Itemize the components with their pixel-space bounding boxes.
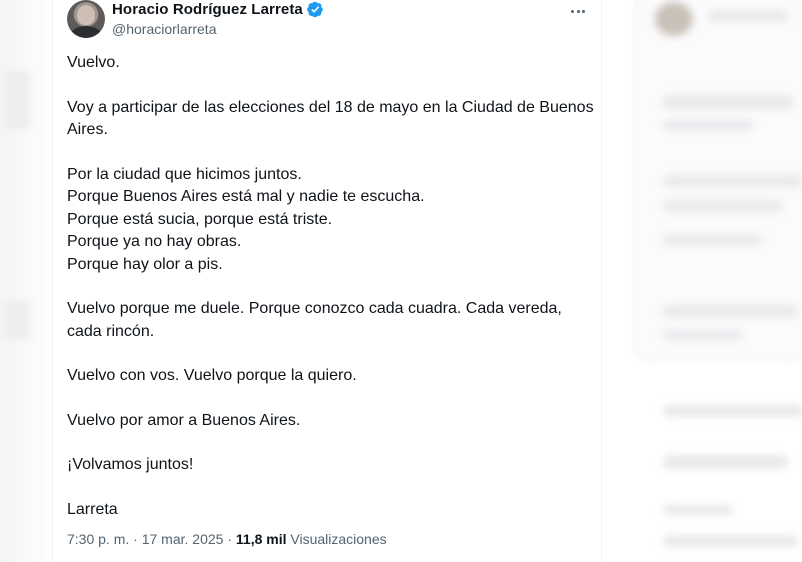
tweet-text: Vuelvo. Voy a participar de las eleccione… bbox=[67, 52, 597, 543]
meta-separator: · bbox=[223, 531, 236, 547]
tweet-metadata: 7:30 p. m. · 17 mar. 2025 · 11,8 mil Vis… bbox=[67, 531, 387, 547]
views-count: 11,8 mil bbox=[235, 531, 287, 547]
screenshot: Horacio Rodríguez Larreta @horaciorlarre… bbox=[0, 0, 802, 562]
tweet-line: Aires. bbox=[67, 121, 108, 138]
tweet-paragraph: Vuelvo por amor a Buenos Aires. bbox=[67, 410, 597, 433]
tweet-line: Vuelvo. bbox=[67, 54, 120, 71]
meta-separator: · bbox=[129, 531, 142, 547]
tweet-paragraph: Vuelvo con vos. Vuelvo porque la quiero. bbox=[67, 365, 597, 388]
avatar[interactable] bbox=[67, 0, 105, 38]
tweet-line: Vuelvo porque me duele. Porque conozco c… bbox=[67, 300, 562, 317]
tweet-line: ¡Volvamos juntos! bbox=[67, 456, 194, 473]
tweet-line: Porque ya no hay obras. bbox=[67, 233, 242, 250]
tweet-line: Porque hay olor a pis. bbox=[67, 255, 223, 273]
tweet-paragraph: Voy a participar de las elecciones del 1… bbox=[67, 97, 597, 142]
tweet-timestamp[interactable]: 7:30 p. m. · 17 mar. 2025 bbox=[67, 531, 223, 547]
verified-badge-icon bbox=[307, 1, 323, 18]
author-handle[interactable]: @horaciorlarreta bbox=[112, 21, 216, 37]
tweet-paragraph: ¡Volvamos juntos! bbox=[67, 454, 597, 477]
tweet-line: Larreta bbox=[67, 500, 118, 518]
tweet-paragraph: Vuelvo. bbox=[67, 52, 597, 75]
author-name-row[interactable]: Horacio Rodríguez Larreta bbox=[112, 1, 324, 18]
tweet-line: cada rincón. bbox=[67, 322, 155, 340]
tweet-line: Vuelvo con vos. Vuelvo porque la quiero. bbox=[67, 367, 357, 384]
more-options-icon[interactable] bbox=[567, 2, 589, 20]
tweet-line: Voy a participar de las elecciones del 1… bbox=[67, 98, 594, 116]
tweet-card: Horacio Rodríguez Larreta @horaciorlarre… bbox=[52, 0, 602, 562]
tweet-line: Porque está sucia, porque está triste. bbox=[67, 210, 333, 228]
tweet-time: 7:30 p. m. bbox=[67, 531, 130, 547]
right-blurred-sidebar bbox=[603, 0, 802, 562]
tweet-paragraph: Larreta bbox=[67, 499, 597, 522]
tweet-paragraph: Vuelvo porque me duele. Porque conozco c… bbox=[67, 298, 597, 343]
tweet-header: Horacio Rodríguez Larreta @horaciorlarre… bbox=[67, 0, 597, 44]
tweet-date: 17 mar. 2025 bbox=[141, 531, 224, 547]
left-blurred-margin bbox=[0, 0, 52, 562]
tweet-line: Porque Buenos Aires está mal y nadie te … bbox=[67, 188, 425, 205]
tweet-line: Por la ciudad que hicimos juntos. bbox=[67, 165, 302, 183]
author-display-name[interactable]: Horacio Rodríguez Larreta bbox=[112, 1, 303, 18]
tweet-paragraph: Por la ciudad que hicimos juntos. Porque … bbox=[67, 164, 597, 277]
views-label: Visualizaciones bbox=[290, 531, 387, 547]
tweet-line: Vuelvo por amor a Buenos Aires. bbox=[67, 411, 301, 429]
